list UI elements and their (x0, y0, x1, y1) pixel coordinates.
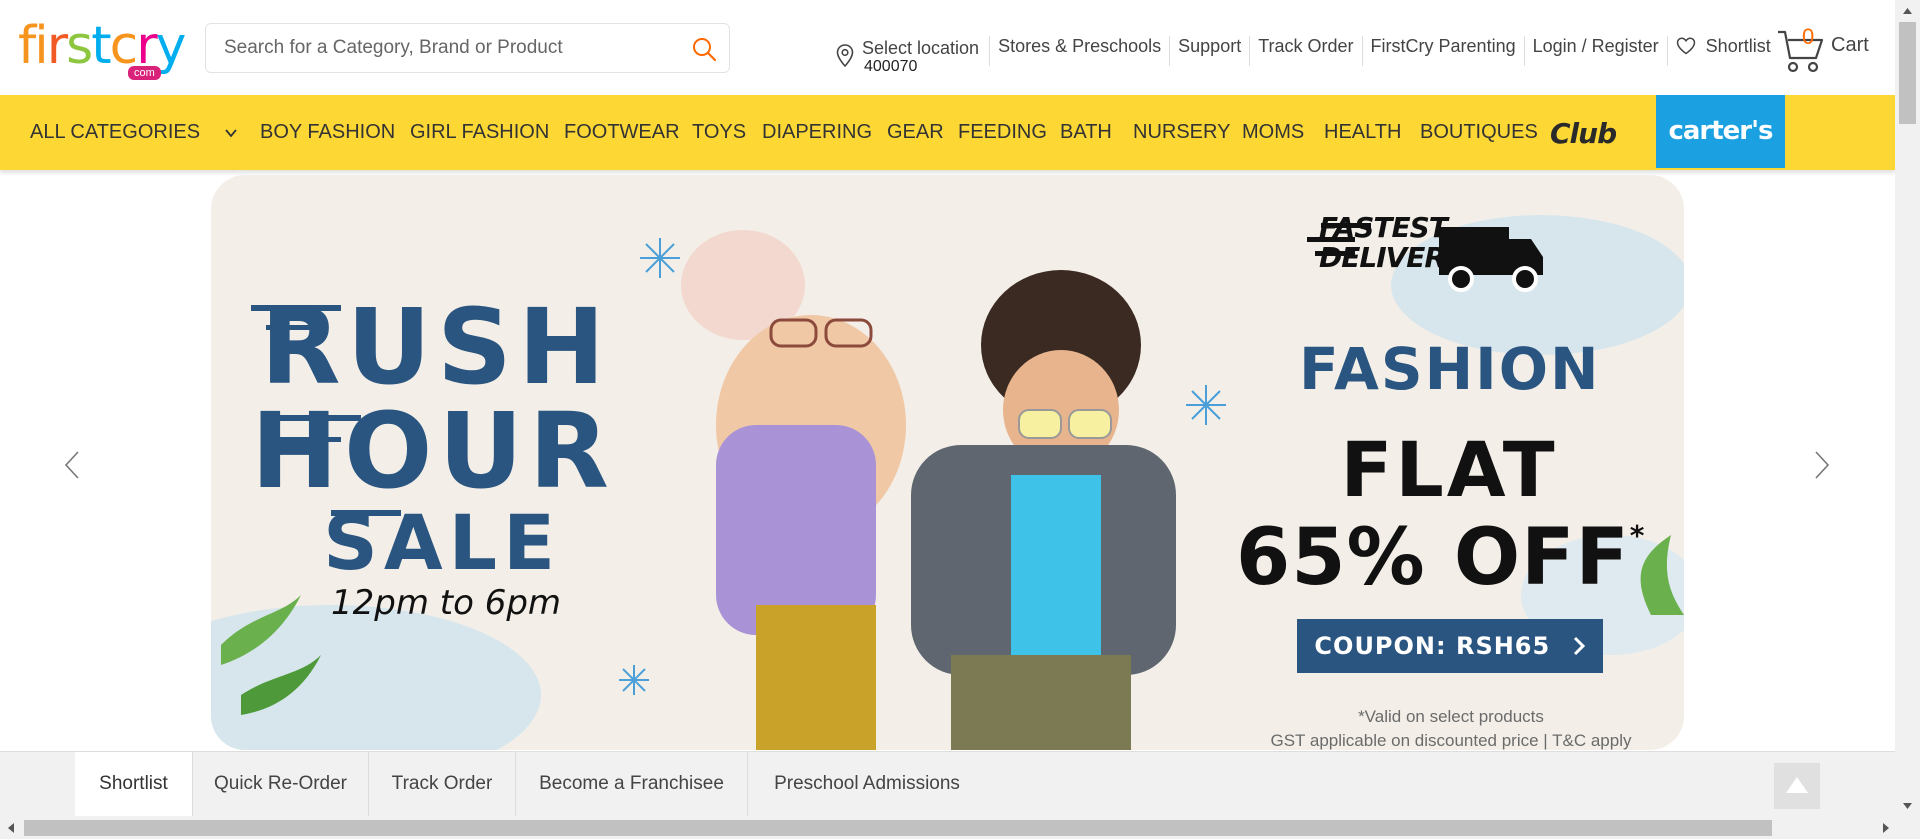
discount-heading: 65% OFF* (1236, 513, 1676, 603)
discount-asterisk: * (1629, 519, 1646, 552)
cart-count: 0 (1802, 24, 1815, 49)
link-support[interactable]: Support (1170, 36, 1251, 66)
scroll-up-arrow-icon[interactable] (1895, 2, 1920, 20)
category-nav: ALL CATEGORIES BOY FASHION GIRL FASHION … (0, 95, 1895, 170)
scroll-down-arrow-icon[interactable] (1895, 797, 1920, 815)
search-box (205, 23, 730, 73)
location-pin-icon (836, 44, 854, 68)
link-login-register[interactable]: Login / Register (1525, 36, 1668, 66)
arrow-up-icon (1786, 777, 1808, 793)
site-header: firstcry com Select location 400070 Stor… (0, 0, 1895, 95)
discount-value: 65% OFF (1236, 513, 1630, 603)
nav-toys[interactable]: TOYS (692, 95, 746, 170)
chevron-right-icon (1573, 636, 1585, 656)
coupon-label: COUPON: RSH65 (1314, 632, 1551, 660)
valid-note: *Valid on select products (1358, 707, 1544, 726)
nav-boutiques[interactable]: BOUTIQUES (1420, 95, 1538, 170)
bottom-quick-bar: Shortlist Quick Re-Order Track Order Bec… (0, 751, 1895, 817)
scroll-to-top-button[interactable] (1774, 763, 1820, 809)
nav-footwear[interactable]: FOOTWEAR (564, 95, 680, 170)
select-location[interactable]: Select location 400070 (836, 36, 991, 75)
nav-feeding[interactable]: FEEDING (958, 95, 1047, 170)
location-pincode: 400070 (864, 58, 918, 75)
heart-icon (1676, 37, 1695, 55)
shortlist-link[interactable]: Shortlist (1668, 36, 1779, 66)
search-icon[interactable] (691, 36, 717, 62)
link-firstcry-parenting[interactable]: FirstCry Parenting (1363, 36, 1525, 66)
hero-banner[interactable]: RUSH HOUR SALE 12pm to 6pm FASTEST DELIV… (211, 175, 1684, 750)
kids-illustration (681, 230, 1176, 750)
carousel-next-icon[interactable] (1810, 450, 1832, 480)
vertical-scrollbar[interactable] (1895, 0, 1920, 817)
horizontal-scroll-thumb[interactable] (24, 820, 1772, 836)
shortlist-label: Shortlist (1705, 36, 1771, 56)
nav-diapering[interactable]: DIAPERING (762, 95, 872, 170)
all-categories-label: ALL CATEGORIES (30, 121, 201, 143)
scroll-left-arrow-icon[interactable] (2, 817, 22, 839)
sale-time: 12pm to 6pm (331, 583, 562, 623)
location-label: Select location (862, 38, 980, 58)
search-input[interactable] (224, 24, 664, 72)
fastest-delivery-heading: FASTEST DELIVERY (1319, 211, 1463, 274)
scroll-right-arrow-icon[interactable] (1875, 817, 1895, 839)
delivery-word: DELIVERY (1319, 241, 1463, 274)
nav-girl-fashion[interactable]: GIRL FASHION (410, 95, 549, 170)
nav-nursery[interactable]: NURSERY (1133, 95, 1230, 170)
hour-word: HOUR (251, 390, 615, 512)
cart-button[interactable]: 0 Cart (1776, 24, 1886, 76)
carters-logo[interactable]: carter's (1656, 95, 1785, 168)
bottom-preschool-admissions[interactable]: Preschool Admissions (748, 752, 986, 816)
gst-note: GST applicable on discounted price | T&C… (1270, 731, 1632, 750)
nav-all-categories[interactable]: ALL CATEGORIES (30, 95, 238, 170)
fashion-heading: FASHION (1299, 335, 1601, 403)
bottom-track-order[interactable]: Track Order (369, 752, 516, 816)
carousel-prev-icon[interactable] (62, 450, 84, 480)
chevron-down-icon (224, 129, 237, 138)
rush-word: RUSH (260, 286, 611, 408)
flat-heading: FLAT (1340, 425, 1558, 514)
fastest-word: FASTEST (1319, 211, 1448, 244)
firstcry-logo[interactable]: firstcry com (18, 18, 190, 88)
nav-boy-fashion[interactable]: BOY FASHION (260, 95, 395, 170)
vertical-scroll-thumb[interactable] (1899, 22, 1916, 124)
header-links: Select location 400070 Stores & Preschoo… (836, 36, 1779, 75)
link-stores-preschools[interactable]: Stores & Preschools (990, 36, 1171, 66)
nav-gear[interactable]: GEAR (887, 95, 944, 170)
bottom-shortlist[interactable]: Shortlist (75, 752, 193, 816)
horizontal-scrollbar[interactable] (0, 817, 1920, 839)
club-logo[interactable]: Club (1550, 117, 1617, 150)
nav-bath[interactable]: BATH (1060, 95, 1112, 170)
coupon-button[interactable]: COUPON: RSH65 (1297, 619, 1603, 673)
bottom-become-franchisee[interactable]: Become a Franchisee (516, 752, 748, 816)
rush-hour-heading: RUSH HOUR SALE (251, 295, 611, 583)
logo-wordmark: firstcry (18, 16, 186, 76)
nav-health[interactable]: HEALTH (1324, 95, 1401, 170)
logo-com-badge: com (128, 66, 161, 80)
bottom-quick-reorder[interactable]: Quick Re-Order (193, 752, 369, 816)
cart-icon (1778, 30, 1824, 73)
cart-label: Cart (1831, 34, 1869, 56)
nav-moms[interactable]: MOMS (1242, 95, 1304, 170)
link-track-order[interactable]: Track Order (1250, 36, 1363, 66)
sale-word: SALE (323, 498, 561, 587)
